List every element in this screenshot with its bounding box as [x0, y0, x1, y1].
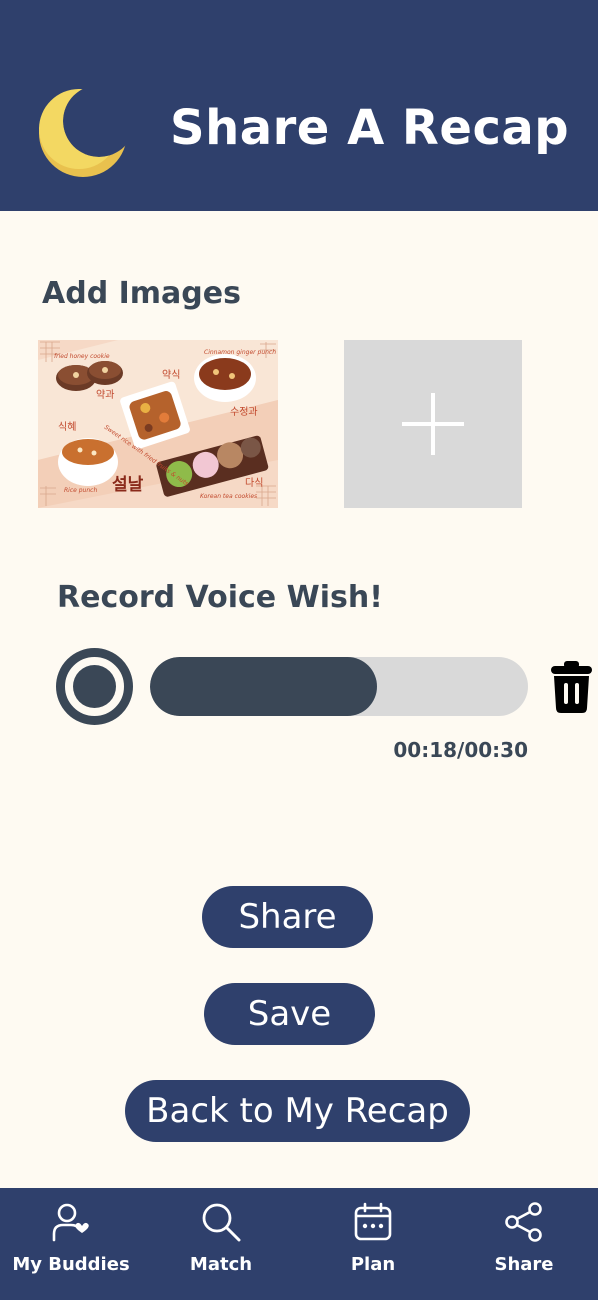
back-to-my-recap-button[interactable]: Back to My Recap: [125, 1080, 470, 1142]
svg-text:다식: 다식: [245, 477, 263, 489]
add-images-heading: Add Images: [42, 276, 241, 311]
uploaded-image-thumbnail[interactable]: fried honey cookie 약과 Cinnamon ginger pu…: [38, 340, 278, 508]
calendar-icon: [354, 1202, 392, 1241]
svg-text:설날: 설날: [112, 475, 144, 495]
record-voice-heading: Record Voice Wish!: [57, 580, 383, 615]
crescent-moon-icon: [39, 89, 127, 177]
svg-text:Korean tea cookies: Korean tea cookies: [200, 493, 257, 500]
korean-desserts-illustration: fried honey cookie 약과 Cinnamon ginger pu…: [38, 340, 278, 508]
trash-icon[interactable]: [551, 661, 592, 713]
save-button[interactable]: Save: [204, 983, 375, 1045]
nav-label-plan: Plan: [350, 1254, 396, 1275]
svg-text:Rice punch: Rice punch: [64, 487, 97, 494]
nav-label-share: Share: [494, 1254, 554, 1275]
plus-icon: [402, 393, 464, 455]
nav-item-my-buddies[interactable]: My Buddies: [0, 1188, 146, 1300]
page-title: Share A Recap: [170, 100, 570, 156]
nav-label-my-buddies: My Buddies: [12, 1254, 130, 1275]
audio-progress-bar[interactable]: [150, 657, 528, 716]
record-button[interactable]: [56, 648, 133, 725]
svg-text:약과: 약과: [96, 389, 114, 401]
nav-item-share[interactable]: Share: [449, 1188, 598, 1300]
add-image-button[interactable]: [344, 340, 522, 508]
person-heart-icon: [52, 1203, 89, 1242]
audio-progress-fill: [150, 657, 377, 716]
svg-text:수정과: 수정과: [230, 406, 258, 418]
app-header: Share A Recap: [0, 0, 598, 211]
share-icon: [505, 1202, 542, 1242]
recording-time: 00:18/00:30: [393, 738, 528, 762]
svg-text:약식: 약식: [162, 369, 180, 381]
svg-text:fried honey cookie: fried honey cookie: [54, 353, 110, 360]
nav-item-match[interactable]: Match: [146, 1188, 296, 1300]
share-button[interactable]: Share: [202, 886, 373, 948]
svg-text:식혜: 식혜: [58, 421, 76, 433]
search-icon: [202, 1203, 241, 1242]
record-icon: [73, 665, 116, 708]
nav-item-plan[interactable]: Plan: [298, 1188, 448, 1300]
svg-text:Cinnamon ginger punch: Cinnamon ginger punch: [204, 349, 276, 356]
nav-label-match: Match: [189, 1254, 253, 1275]
bottom-navigation: My Buddies Match Plan Share: [0, 1188, 598, 1300]
